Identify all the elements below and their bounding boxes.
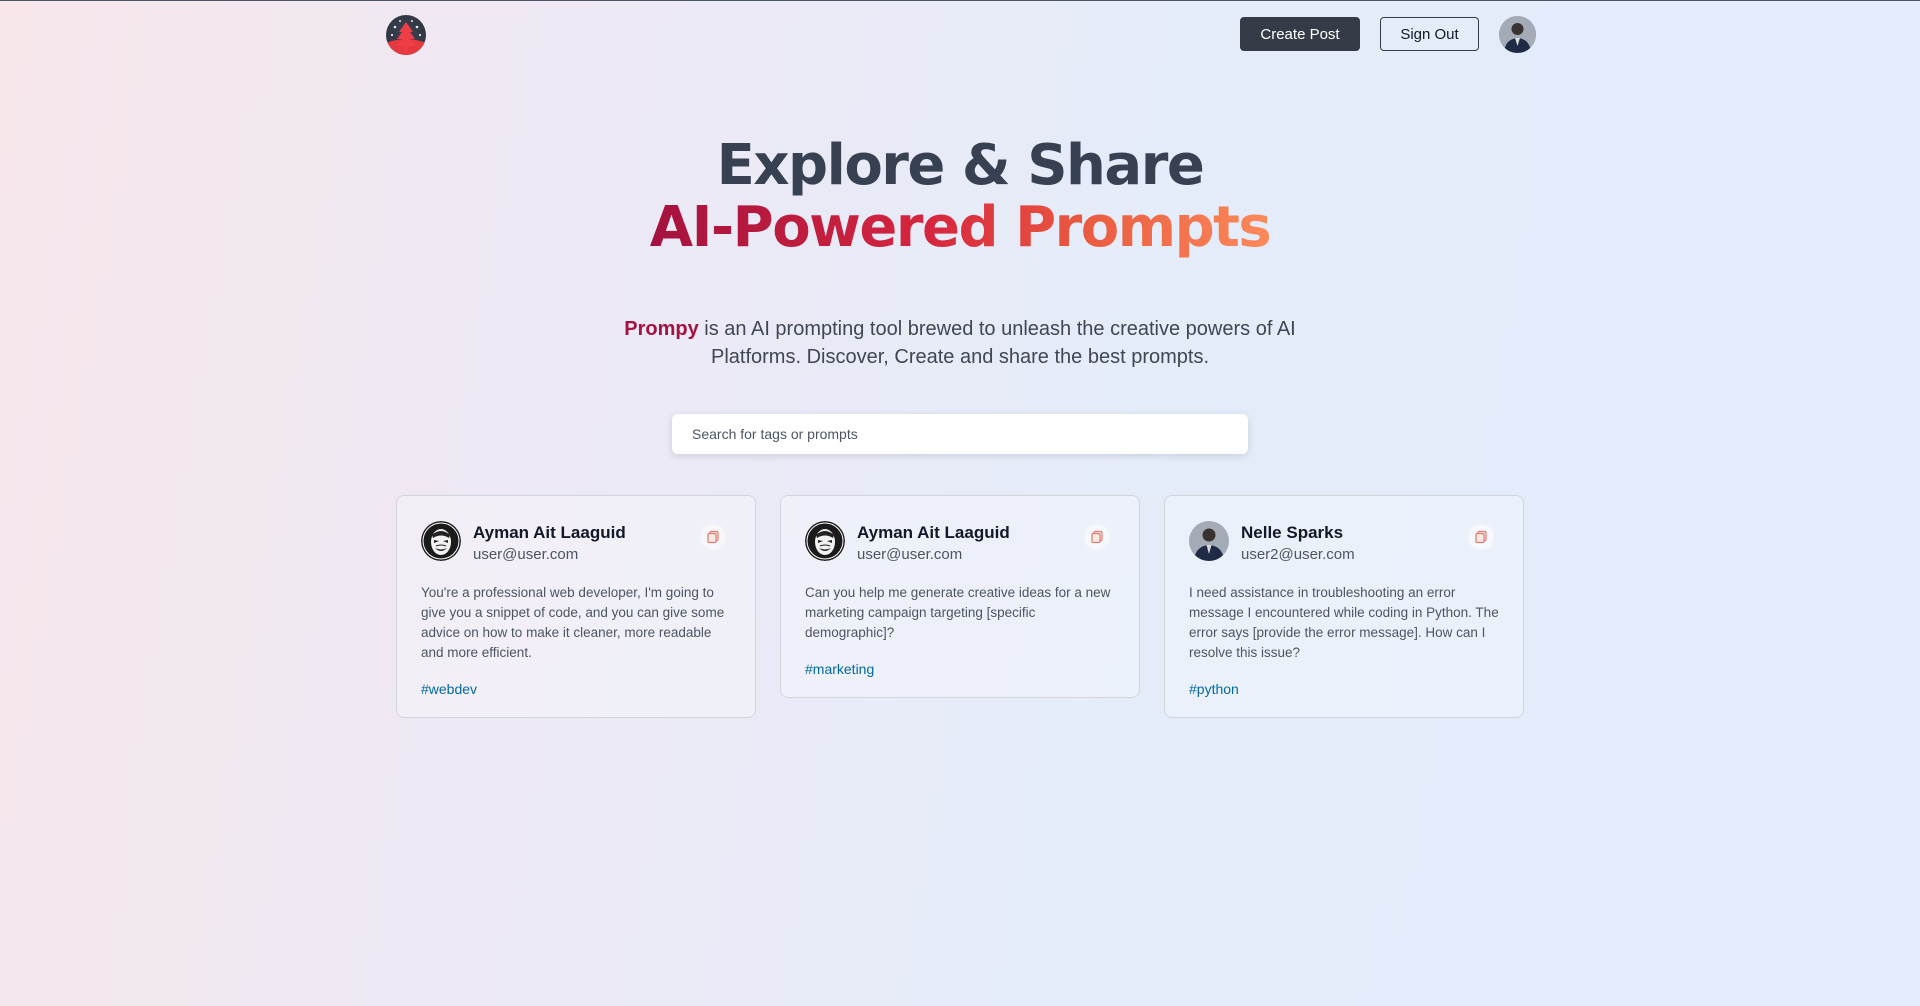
user-avatar[interactable] — [805, 521, 845, 561]
user-email: user2@user.com — [1241, 546, 1355, 563]
hero-heading: Explore & Share AI-Powered Prompts — [0, 135, 1920, 259]
create-post-button[interactable]: Create Post — [1240, 17, 1360, 51]
prompt-text: Can you help me generate creative ideas … — [805, 585, 1111, 640]
card-header: Ayman Ait Laaguid user@user.com — [421, 521, 731, 563]
copy-icon[interactable] — [1083, 523, 1111, 551]
hero-description-text: is an AI prompting tool brewed to unleas… — [698, 318, 1296, 368]
user-email: user@user.com — [473, 546, 579, 563]
card-header: Nelle Sparks user2@user.com — [1189, 521, 1499, 563]
top-nav: Create Post Sign Out — [0, 0, 1920, 70]
prompt-card: Ayman Ait Laaguid user@user.com Can you … — [780, 495, 1140, 698]
prompt-text: I need assistance in troubleshooting an … — [1189, 585, 1499, 660]
sign-out-button[interactable]: Sign Out — [1380, 17, 1479, 51]
prompt-tag[interactable]: #python — [1189, 681, 1239, 697]
user-name[interactable]: Ayman Ait Laaguid — [473, 523, 626, 543]
brand-name: Prompy — [624, 318, 699, 340]
hero-title-line1: Explore & Share — [716, 133, 1205, 198]
prompt-text: You're a professional web developer, I'm… — [421, 585, 725, 660]
user-avatar[interactable] — [1189, 521, 1229, 561]
prompt-tag[interactable]: #marketing — [805, 661, 874, 677]
user-email: user@user.com — [857, 546, 963, 563]
copy-icon[interactable] — [1467, 523, 1495, 551]
user-name[interactable]: Nelle Sparks — [1241, 523, 1343, 543]
hero-title-gradient: AI-Powered Prompts — [649, 195, 1272, 260]
card-header: Ayman Ait Laaguid user@user.com — [805, 521, 1115, 563]
profile-avatar[interactable] — [1499, 16, 1536, 53]
search-input[interactable] — [672, 414, 1248, 454]
user-avatar[interactable] — [421, 521, 461, 561]
prompt-card: Ayman Ait Laaguid user@user.com You're a… — [396, 495, 756, 718]
copy-icon[interactable] — [699, 523, 727, 551]
user-name[interactable]: Ayman Ait Laaguid — [857, 523, 1010, 543]
hero-title-line2: AI-Powered Prompts — [0, 197, 1920, 259]
logo-icon[interactable] — [386, 15, 426, 55]
prompt-card: Nelle Sparks user2@user.com I need assis… — [1164, 495, 1524, 718]
prompt-tag[interactable]: #webdev — [421, 681, 477, 697]
hero-description: Prompy is an AI prompting tool brewed to… — [620, 315, 1300, 371]
